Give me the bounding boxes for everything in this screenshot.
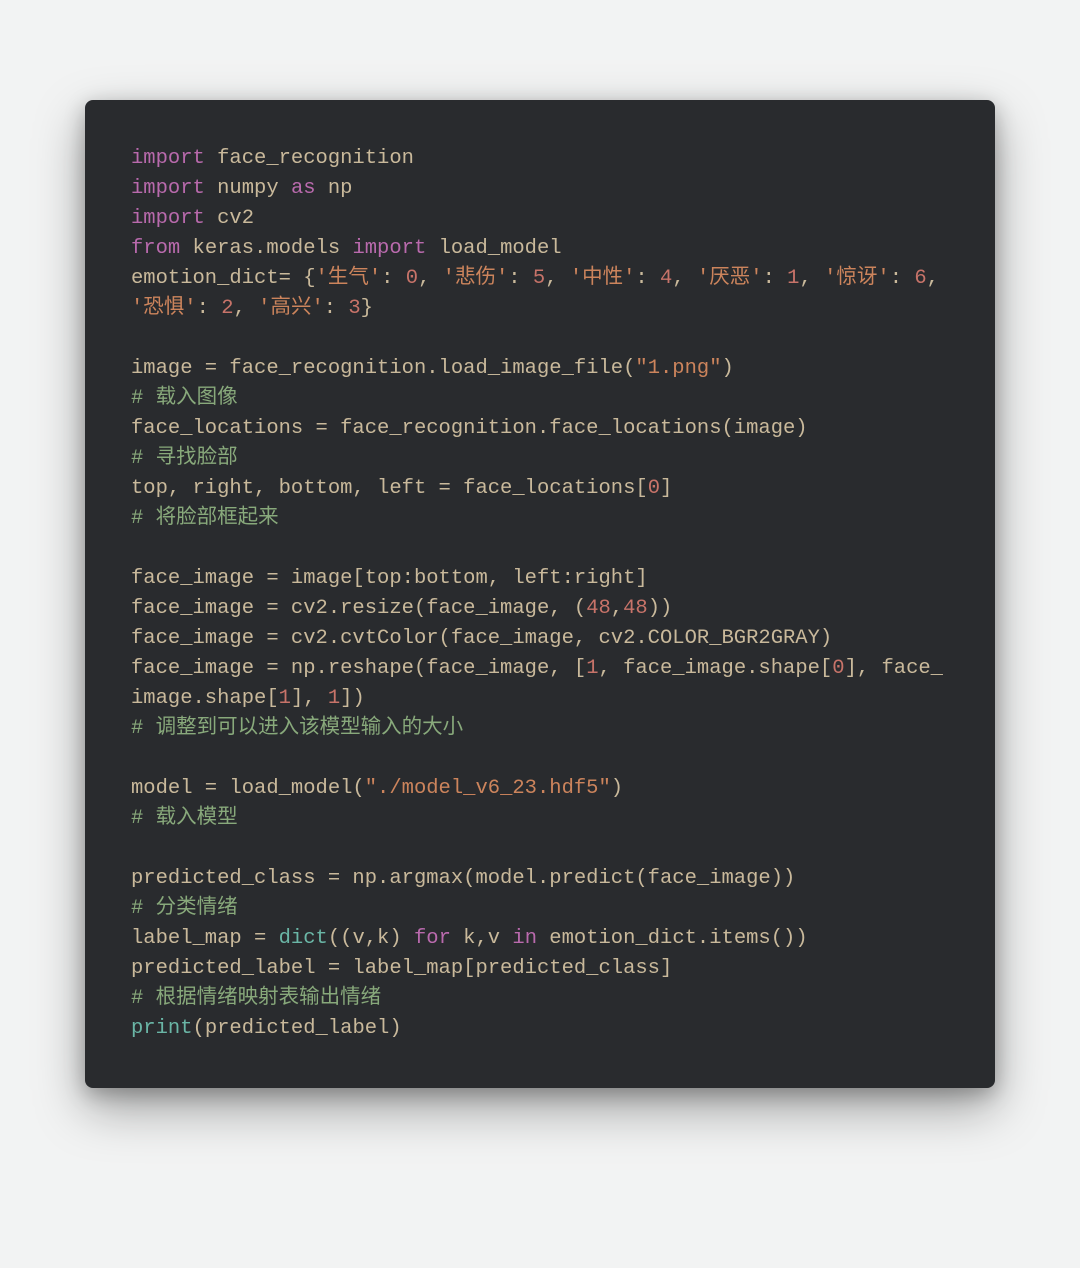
code-token: , xyxy=(611,597,623,620)
code-token: face_image = image[top:bottom, left:righ… xyxy=(131,567,648,590)
number-literal: 48 xyxy=(623,597,648,620)
number-literal: 48 xyxy=(586,597,611,620)
code-token: , xyxy=(927,267,952,290)
number-literal: 2 xyxy=(221,297,233,320)
code-token: ], xyxy=(291,687,328,710)
code-token: np xyxy=(316,177,353,200)
comment: # 分类情绪 xyxy=(131,897,238,920)
code-token: face_image = cv2.resize(face_image, ( xyxy=(131,597,586,620)
code-token: numpy xyxy=(205,177,291,200)
code-token: ] xyxy=(660,477,672,500)
code-token: model = load_model( xyxy=(131,777,365,800)
builtin-print: print xyxy=(131,1017,193,1040)
code-token: : xyxy=(508,267,533,290)
code-token: top, right, bottom, left = face_location… xyxy=(131,477,648,500)
string-literal: '生气' xyxy=(316,267,382,290)
code-token: ]) xyxy=(340,687,365,710)
code-card: import face_recognition import numpy as … xyxy=(85,100,995,1088)
code-token: face_locations = face_recognition.face_l… xyxy=(131,417,808,440)
code-token: , xyxy=(418,267,443,290)
kw-import: import xyxy=(352,237,426,260)
comment: # 将脸部框起来 xyxy=(131,507,279,530)
code-token: emotion_dict.items()) xyxy=(537,927,808,950)
kw-as: as xyxy=(291,177,316,200)
code-token: label_map = xyxy=(131,927,279,950)
number-literal: 0 xyxy=(832,657,844,680)
string-literal: '惊讶' xyxy=(824,267,890,290)
number-literal: 0 xyxy=(648,477,660,500)
code-token: image = face_recognition.load_image_file… xyxy=(131,357,635,380)
number-literal: 6 xyxy=(914,267,926,290)
code-token: : xyxy=(324,297,349,320)
code-token: predicted_label = label_map[predicted_cl… xyxy=(131,957,672,980)
code-token: keras.models xyxy=(180,237,352,260)
code-token: : xyxy=(197,297,222,320)
code-token: , face_image.shape[ xyxy=(599,657,833,680)
kw-for: for xyxy=(414,927,451,950)
code-token: k,v xyxy=(451,927,513,950)
number-literal: 5 xyxy=(533,267,545,290)
number-literal: 4 xyxy=(660,267,672,290)
code-token: : xyxy=(635,267,660,290)
comment: # 根据情绪映射表输出情绪 xyxy=(131,987,381,1010)
kw-import: import xyxy=(131,147,205,170)
number-literal: 1 xyxy=(586,657,598,680)
code-token: predicted_class = np.argmax(model.predic… xyxy=(131,867,795,890)
code-block: import face_recognition import numpy as … xyxy=(131,144,949,1044)
code-token: ) xyxy=(611,777,623,800)
code-token: face_image = np.reshape(face_image, [ xyxy=(131,657,586,680)
string-literal: "1.png" xyxy=(635,357,721,380)
code-token: face_image = cv2.cvtColor(face_image, cv… xyxy=(131,627,832,650)
comment: # 调整到可以进入该模型输入的大小 xyxy=(131,717,463,740)
code-token: , xyxy=(799,267,824,290)
string-literal: '厌恶' xyxy=(697,267,763,290)
code-token: load_model xyxy=(426,237,561,260)
code-token: ((v,k) xyxy=(328,927,414,950)
kw-from: from xyxy=(131,237,180,260)
comment: # 载入图像 xyxy=(131,387,238,410)
code-token: emotion_dict= { xyxy=(131,267,316,290)
code-token: ) xyxy=(722,357,734,380)
kw-import: import xyxy=(131,207,205,230)
code-token: face_recognition xyxy=(205,147,414,170)
string-literal: "./model_v6_23.hdf5" xyxy=(365,777,611,800)
string-literal: '中性' xyxy=(570,267,636,290)
number-literal: 1 xyxy=(328,687,340,710)
number-literal: 1 xyxy=(279,687,291,710)
string-literal: '高兴' xyxy=(258,297,324,320)
number-literal: 1 xyxy=(787,267,799,290)
code-token: , xyxy=(234,297,259,320)
kw-import: import xyxy=(131,177,205,200)
code-token: : xyxy=(763,267,788,290)
kw-in: in xyxy=(512,927,537,950)
builtin-dict: dict xyxy=(279,927,328,950)
code-token: , xyxy=(545,267,570,290)
number-literal: 3 xyxy=(348,297,360,320)
code-token: )) xyxy=(648,597,673,620)
code-token: cv2 xyxy=(205,207,254,230)
comment: # 载入模型 xyxy=(131,807,238,830)
string-literal: '恐惧' xyxy=(131,297,197,320)
comment: # 寻找脸部 xyxy=(131,447,238,470)
code-token: (predicted_label) xyxy=(193,1017,402,1040)
string-literal: '悲伤' xyxy=(443,267,509,290)
code-token: : xyxy=(381,267,406,290)
number-literal: 0 xyxy=(406,267,418,290)
code-token: : xyxy=(890,267,915,290)
code-token: , xyxy=(672,267,697,290)
code-token: } xyxy=(361,297,373,320)
